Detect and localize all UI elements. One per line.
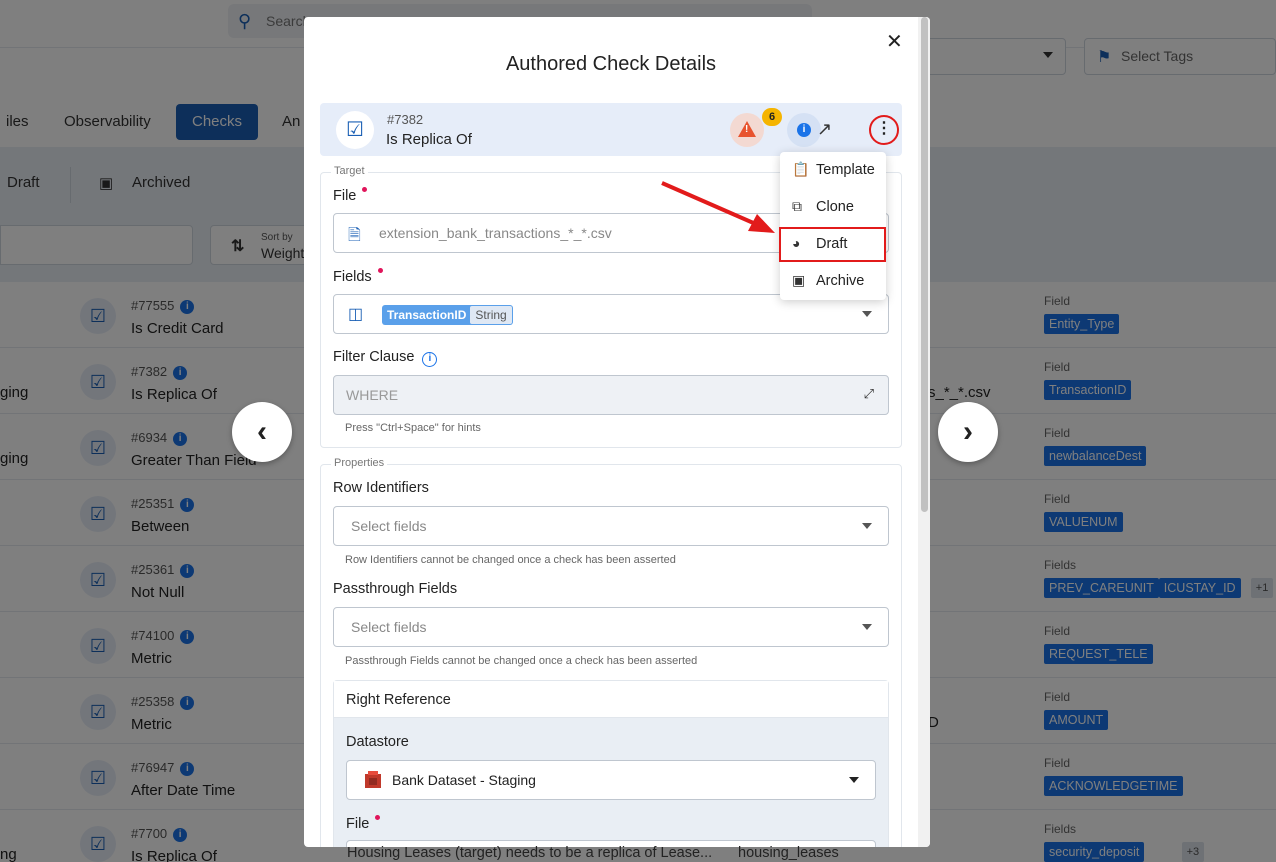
check-name: Is Replica Of (386, 131, 472, 148)
fields-select[interactable]: ◫ TransactionID String (333, 294, 889, 334)
datastore-value: Bank Dataset - Staging (392, 772, 536, 788)
menu-item-label: Clone (816, 199, 854, 215)
expand-icon[interactable]: ⤢ (864, 386, 874, 402)
next-button[interactable]: › (938, 402, 998, 462)
row-identifiers-label: Row Identifiers (333, 480, 429, 496)
ref-file-label: File (346, 815, 381, 832)
menu-item-archive[interactable]: ▣ Archive (780, 263, 886, 299)
check-header: ☑ #7382 Is Replica Of ! 6 i ↗ ⋮ (320, 103, 902, 156)
field-chip-name: TransactionID (387, 308, 467, 322)
row-identifiers-select[interactable]: Select fields (333, 506, 889, 546)
copy-icon: ⧉ (792, 198, 802, 214)
right-reference-label: Right Reference (346, 692, 451, 708)
modal-title: Authored Check Details (505, 53, 717, 75)
required-dot (362, 187, 368, 192)
datastore-icon (365, 771, 381, 788)
chevron-down-icon (849, 777, 859, 783)
passthrough-placeholder: Select fields (351, 619, 427, 635)
datastore-label: Datastore (346, 734, 409, 750)
chevron-down-icon (862, 311, 872, 317)
checkbox-icon: ☑ (336, 111, 374, 149)
right-reference-header: Right Reference (334, 681, 888, 718)
menu-item-clone[interactable]: ⧉ Clone (780, 189, 886, 225)
required-dot (377, 268, 383, 273)
bottom-description: Housing Leases (target) needs to be a re… (347, 845, 713, 861)
filter-clause-text: Filter Clause (333, 349, 415, 365)
close-icon[interactable]: ✕ (886, 29, 903, 54)
info-icon[interactable]: i (422, 352, 438, 367)
menu-item-label: Template (816, 162, 875, 178)
datastore-select[interactable]: Bank Dataset - Staging (346, 760, 876, 800)
chevron-down-icon (862, 523, 872, 529)
warning-count-badge: 6 (762, 108, 782, 126)
passthrough-select[interactable]: Select fields (333, 607, 889, 647)
chevron-down-icon (862, 624, 872, 630)
row-identifiers-placeholder: Select fields (351, 518, 427, 534)
required-dot (375, 815, 381, 820)
right-reference-panel: Right Reference Datastore Bank Dataset -… (333, 680, 889, 847)
passthrough-label: Passthrough Fields (333, 581, 458, 597)
file-label-text: File (333, 188, 357, 204)
info-button[interactable]: i (787, 113, 821, 147)
authored-check-modal: Authored Check Details ✕ ☑ #7382 Is Repl… (304, 17, 930, 847)
target-legend: Target (331, 165, 368, 177)
clipboard-icon: 📋 (792, 161, 810, 177)
open-arrow-icon[interactable]: ↗ (817, 119, 832, 140)
draft-highlight-box (779, 227, 886, 262)
fields-label-text: Fields (333, 269, 372, 285)
bottom-file: housing_leases (738, 845, 839, 861)
row-identifiers-hint: Row Identifiers cannot be changed once a… (345, 554, 676, 566)
archive-icon: ▣ (792, 272, 806, 288)
check-number: #7382 (387, 112, 424, 127)
warning-button[interactable]: ! (730, 113, 764, 147)
file-icon: 🗎 (348, 227, 361, 244)
more-options-button[interactable]: ⋮ (869, 115, 899, 145)
menu-item-template[interactable]: 📋 Template (780, 152, 886, 188)
file-label: File (333, 187, 368, 204)
menu-item-label: Archive (816, 273, 865, 289)
filter-clause-input[interactable]: WHERE ⤢ (333, 375, 889, 415)
previous-button[interactable]: ‹ (232, 402, 292, 462)
file-value: extension_bank_transactions_*_*.csv (379, 225, 612, 241)
columns-icon: ◫ (348, 306, 364, 323)
fields-label: Fields (333, 268, 383, 285)
modal-scrollbar[interactable] (918, 17, 930, 847)
passthrough-hint: Passthrough Fields cannot be changed onc… (345, 655, 698, 667)
warning-exclaim: ! (745, 124, 749, 135)
info-icon: i (797, 123, 811, 137)
filter-hint: Press "Ctrl+Space" for hints (345, 422, 481, 434)
more-options-menu: 📋 Template ⧉ Clone ◕ Draft ▣ Archive (780, 152, 886, 300)
filter-clause-label: Filter Clause i (333, 349, 438, 367)
scrollbar-thumb[interactable] (921, 17, 928, 512)
field-chip[interactable]: TransactionID String (382, 305, 513, 325)
ref-file-label-text: File (346, 816, 370, 832)
filter-placeholder: WHERE (346, 387, 399, 403)
properties-legend: Properties (331, 457, 388, 469)
field-chip-type: String (470, 306, 512, 324)
